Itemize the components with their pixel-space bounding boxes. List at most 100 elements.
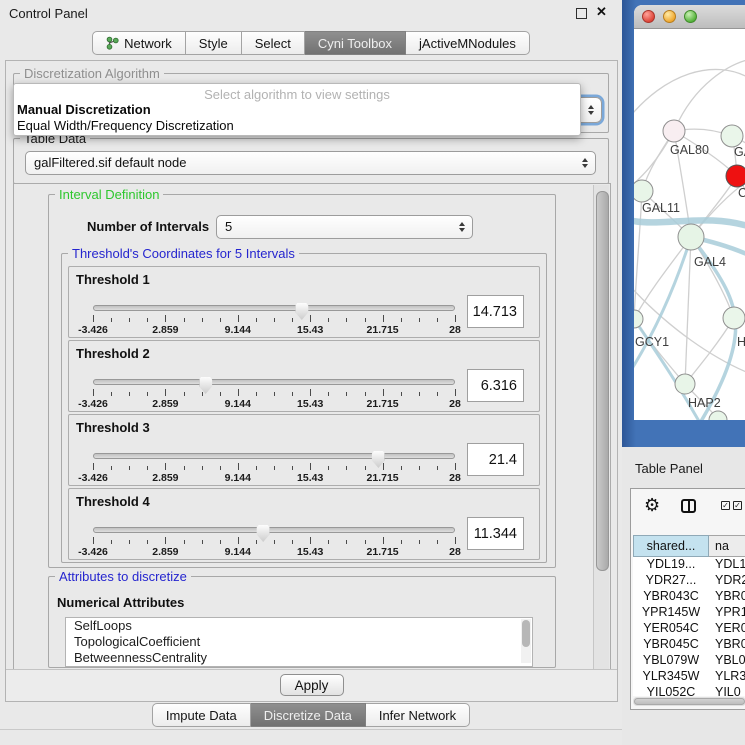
tick-mark (165, 463, 166, 470)
network-node[interactable] (678, 224, 704, 250)
tab-network[interactable]: Network (92, 31, 186, 55)
close-window-icon[interactable] (642, 10, 655, 23)
cell-name[interactable]: YER0 (709, 621, 745, 637)
tab-impute-data[interactable]: Impute Data (152, 703, 251, 727)
dropdown-item-equal-width-frequency[interactable]: Equal Width/Frequency Discretization (17, 118, 234, 133)
dropdown-placeholder: Select algorithm to view settings (14, 87, 580, 102)
slider-track[interactable] (93, 527, 455, 533)
cell-shared-name[interactable]: YPR145W (633, 605, 709, 621)
threshold-3-panel: Threshold 3 -3.4262.8599.14415.4321.7152… (68, 414, 540, 486)
tick-mark (202, 392, 203, 396)
network-node[interactable] (634, 180, 653, 202)
table-horizontal-scrollbar[interactable] (633, 697, 745, 706)
cell-shared-name[interactable]: YBL079W (633, 653, 709, 669)
slider-track[interactable] (93, 305, 455, 311)
network-window-titlebar[interactable] (634, 5, 745, 29)
table-row[interactable]: YIL052CYIL0 (633, 685, 745, 696)
tick-mark (328, 540, 329, 544)
slider-track[interactable] (93, 379, 455, 385)
cell-name[interactable]: YDR2 (709, 573, 745, 589)
network-node[interactable] (634, 310, 643, 328)
threshold-1-value-field[interactable]: 14.713 (467, 295, 524, 328)
tab-label: Style (199, 36, 228, 51)
tab-label: Infer Network (379, 708, 456, 723)
number-of-intervals-combobox[interactable]: 5 (216, 215, 473, 239)
threshold-4-value-field[interactable]: 11.344 (467, 517, 524, 550)
table-row[interactable]: YPR145WYPR1 (633, 605, 745, 621)
cell-name[interactable]: YBL0 (709, 653, 745, 669)
table-row[interactable]: YER054CYER0 (633, 621, 745, 637)
tick-mark (401, 318, 402, 322)
settings-scrollbar-thumb[interactable] (596, 191, 609, 571)
threshold-3-value-field[interactable]: 21.4 (467, 443, 524, 476)
numerical-attributes-list[interactable]: SelfLoopsTopologicalCoefficientBetweenne… (65, 617, 533, 667)
cell-name[interactable]: YPR1 (709, 605, 745, 621)
column-header-name[interactable]: na (709, 535, 745, 557)
table-row[interactable]: YBL079WYBL0 (633, 653, 745, 669)
cell-shared-name[interactable]: YER054C (633, 621, 709, 637)
cell-name[interactable]: YDL1 (709, 557, 745, 573)
numerical-attribute-item[interactable]: SelfLoops (66, 618, 532, 634)
tick-label: 9.144 (225, 324, 251, 336)
cell-name[interactable]: YIL0 (709, 685, 745, 696)
network-node[interactable] (723, 307, 745, 329)
slider-track[interactable] (93, 453, 455, 459)
tab-discretize-data[interactable]: Discretize Data (251, 703, 366, 727)
table-row[interactable]: YDL19...YDL1 (633, 557, 745, 573)
tab-jactivemnodules[interactable]: jActiveMNodules (406, 31, 530, 55)
threshold-2-value-field[interactable]: 6.316 (467, 369, 524, 402)
split-view-icon[interactable] (681, 499, 696, 513)
tab-cyni-toolbox[interactable]: Cyni Toolbox (305, 31, 406, 55)
numerical-attribute-item[interactable]: BetweennessCentrality (66, 650, 532, 666)
network-node[interactable] (726, 165, 745, 187)
cell-shared-name[interactable]: YLR345W (633, 669, 709, 685)
cell-shared-name[interactable]: YBR045C (633, 637, 709, 653)
table-row[interactable]: YDR27...YDR2 (633, 573, 745, 589)
cell-shared-name[interactable]: YDL19... (633, 557, 709, 573)
network-node[interactable] (721, 125, 743, 147)
slider-ticks (93, 537, 455, 545)
network-node[interactable] (675, 374, 695, 394)
threshold-3-slider[interactable]: -3.4262.8599.14415.4321.71528 (93, 451, 455, 485)
list-scrollbar-thumb[interactable] (522, 620, 530, 647)
tab-style[interactable]: Style (186, 31, 242, 55)
table-horizontal-scrollbar-thumb[interactable] (634, 698, 745, 705)
column-header-shared-name[interactable]: shared... (633, 535, 709, 557)
cell-shared-name[interactable]: YDR27... (633, 573, 709, 589)
table-row[interactable]: YBR045CYBR0 (633, 637, 745, 653)
table-data-combobox[interactable]: galFiltered.sif default node (25, 151, 596, 175)
slider-tick-labels: -3.4262.8599.14415.4321.71528 (93, 324, 455, 336)
list-scrollbar[interactable] (521, 619, 531, 663)
tick-mark (401, 540, 402, 544)
tick-mark (346, 540, 347, 544)
close-icon[interactable]: ✕ (596, 4, 607, 20)
cell-shared-name[interactable]: YIL052C (633, 685, 709, 696)
divider (0, 729, 622, 730)
zoom-window-icon[interactable] (684, 10, 697, 23)
dropdown-item-manual-discretization[interactable]: Manual Discretization (17, 102, 151, 117)
checkbox-checked-icon[interactable]: ✓ (733, 501, 742, 510)
settings-scrollbar[interactable] (593, 185, 609, 669)
cell-name[interactable]: YBR0 (709, 637, 745, 653)
apply-button[interactable]: Apply (280, 674, 344, 696)
algorithm-dropdown-popup: Select algorithm to view settings Manual… (13, 83, 581, 136)
table-row[interactable]: YLR345WYLR3 (633, 669, 745, 685)
cell-shared-name[interactable]: YBR043C (633, 589, 709, 605)
tab-select[interactable]: Select (242, 31, 305, 55)
tick-mark (256, 466, 257, 470)
minimize-window-icon[interactable] (663, 10, 676, 23)
network-canvas[interactable]: GAL80GACGAL11GAL4GCY1HHAP2 (634, 29, 745, 420)
cell-name[interactable]: YBR0 (709, 589, 745, 605)
numerical-attribute-item[interactable]: TopologicalCoefficient (66, 634, 532, 650)
table-row[interactable]: YBR043CYBR0 (633, 589, 745, 605)
threshold-4-slider[interactable]: -3.4262.8599.14415.4321.71528 (93, 525, 455, 559)
threshold-1-slider[interactable]: -3.4262.8599.14415.4321.71528 (93, 303, 455, 337)
cell-name[interactable]: YLR3 (709, 669, 745, 685)
gear-icon[interactable]: ⚙ (644, 495, 660, 516)
network-node[interactable] (663, 120, 685, 142)
threshold-2-slider[interactable]: -3.4262.8599.14415.4321.71528 (93, 377, 455, 411)
checkbox-checked-icon[interactable]: ✓ (721, 501, 730, 510)
tab-infer-network[interactable]: Infer Network (366, 703, 470, 727)
float-window-icon[interactable] (576, 8, 587, 19)
table-data-value: galFiltered.sif default node (34, 152, 186, 174)
